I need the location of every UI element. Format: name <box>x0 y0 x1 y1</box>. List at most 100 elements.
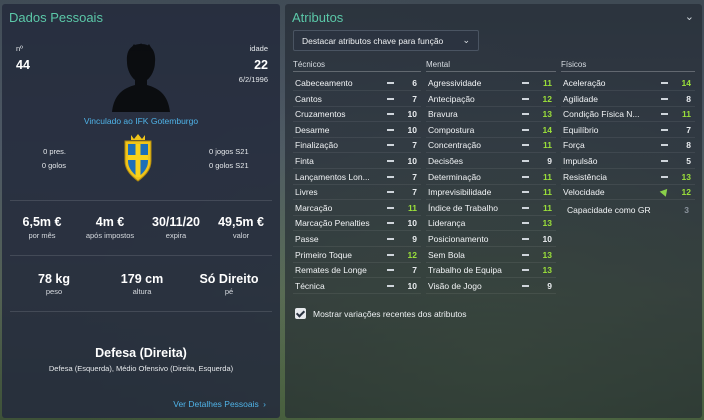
technical-header: Técnicos <box>293 60 326 69</box>
no-change-icon <box>522 206 529 209</box>
attribute-row[interactable]: Resistência 13 <box>561 170 695 185</box>
other-positions: Defesa (Esquerda), Médio Ofensivo (Direi… <box>48 364 234 373</box>
attribute-row[interactable]: Imprevisibilidade 11 <box>426 185 556 201</box>
no-change-icon <box>522 238 529 240</box>
attribute-row[interactable]: Posicionamento 10 <box>426 232 556 247</box>
panel-title: Dados Pessoais <box>9 10 103 25</box>
goalkeeper-rating-value: 3 <box>684 205 689 215</box>
attribute-name: Marcação <box>295 202 333 213</box>
attribute-row[interactable]: Cabeceamento 6 <box>293 76 421 91</box>
attribute-name: Equilíbrio <box>563 124 599 135</box>
divider <box>293 71 421 72</box>
attribute-row[interactable]: Passe 9 <box>293 232 421 247</box>
attribute-value: 9 <box>412 234 417 244</box>
weight-value: 78 kg <box>38 272 70 286</box>
no-change-icon <box>387 238 394 240</box>
attribute-row[interactable]: Bravura 13 <box>426 107 556 123</box>
personal-details-panel: Dados Pessoais nº 44 idade 22 6/2/1996 V… <box>2 4 280 418</box>
foot-value: Só Direito <box>199 272 259 286</box>
height-value: 179 cm <box>120 272 164 286</box>
height-label: altura <box>132 287 152 296</box>
attribute-row[interactable]: Equilíbrio 7 <box>561 123 695 138</box>
no-change-icon <box>661 82 668 84</box>
attribute-row[interactable]: Técnica 10 <box>293 279 421 294</box>
mental-header: Mental <box>426 60 451 69</box>
attribute-name: Posicionamento <box>428 234 489 244</box>
club-link[interactable]: Vinculado ao IFK Gotemburgo <box>2 116 280 126</box>
attribute-row[interactable]: Marcação Penalties 10 <box>293 216 421 232</box>
checkbox-checked-icon[interactable] <box>295 308 306 319</box>
no-change-icon <box>387 284 394 287</box>
attribute-row[interactable]: Desarme 10 <box>293 123 421 138</box>
attribute-value: 7 <box>686 124 691 135</box>
main-position: Defesa (Direita) <box>95 346 187 360</box>
no-change-icon <box>661 97 668 100</box>
attribute-row[interactable]: Impulsão 5 <box>561 154 695 169</box>
attribute-value: 13 <box>542 218 552 229</box>
attribute-row[interactable]: Liderança 13 <box>426 216 556 232</box>
attribute-row[interactable]: Marcação 11 <box>293 201 421 216</box>
attribute-row[interactable]: Condição Física N... 11 <box>561 107 695 123</box>
attribute-value: 11 <box>543 140 552 151</box>
attribute-name: Imprevisibilidade <box>428 187 492 198</box>
attribute-value: 5 <box>686 156 691 166</box>
attribute-row[interactable]: Aceleração 14 <box>561 76 695 91</box>
attribute-row[interactable]: Trabalho de Equipa 13 <box>426 263 556 279</box>
attribute-value: 13 <box>542 109 552 120</box>
attribute-name: Desarme <box>295 124 330 135</box>
national-team-crest-icon[interactable] <box>121 131 155 183</box>
chevron-down-icon[interactable]: ⌄ <box>685 10 694 23</box>
wage-value: 6,5m € <box>22 215 62 229</box>
highlight-attributes-dropdown[interactable]: Destacar atributos chave para função ⌄ <box>293 30 479 51</box>
attribute-row[interactable]: Finta 10 <box>293 154 421 169</box>
attribute-name: Concentração <box>428 140 481 151</box>
checkbox-label: Mostrar variações recentes dos atributos <box>313 309 467 319</box>
attribute-name: Agilidade <box>563 93 598 104</box>
attribute-row[interactable]: Agressividade 11 <box>426 76 556 91</box>
attribute-name: Primeiro Toque <box>295 249 353 260</box>
attribute-row[interactable]: Remates de Longe 7 <box>293 263 421 279</box>
attribute-value: 10 <box>407 124 417 135</box>
attribute-row[interactable]: Finalização 7 <box>293 138 421 154</box>
attribute-row[interactable]: Agilidade 8 <box>561 92 695 107</box>
attribute-row[interactable]: Visão de Jogo 9 <box>426 279 556 294</box>
divider <box>426 71 556 72</box>
attribute-value: 13 <box>542 265 552 276</box>
u21-apps: 0 jogos S21 <box>209 147 249 156</box>
panel-title: Atributos <box>292 10 344 25</box>
attribute-row[interactable]: Força 8 <box>561 138 695 154</box>
attribute-row[interactable]: Compostura 14 <box>426 123 556 138</box>
attribute-value: 6 <box>412 78 417 88</box>
apps-count: 0 pres. <box>43 147 66 156</box>
attribute-value: 7 <box>412 265 417 276</box>
attribute-row[interactable]: Decisões 9 <box>426 154 556 169</box>
weight-label: peso <box>45 287 63 296</box>
player-value: 49,5m € <box>218 215 264 229</box>
attribute-row[interactable]: Livres 7 <box>293 185 421 201</box>
attribute-row[interactable]: Índice de Trabalho 11 <box>426 201 556 216</box>
attribute-value: 10 <box>407 156 417 166</box>
attribute-row[interactable]: Concentração 11 <box>426 138 556 154</box>
attribute-row[interactable]: Antecipação 12 <box>426 92 556 107</box>
age-label: idade <box>249 44 268 53</box>
attribute-row[interactable]: Sem Bola 13 <box>426 248 556 263</box>
attribute-value: 10 <box>407 218 417 229</box>
no-change-icon <box>661 175 668 178</box>
attribute-row[interactable]: Primeiro Toque 12 <box>293 248 421 263</box>
attribute-row[interactable]: Lançamentos Lon... 7 <box>293 170 421 185</box>
no-change-icon <box>387 160 394 162</box>
attribute-row[interactable]: Velocidade 12 <box>561 185 695 201</box>
attribute-name: Remates de Longe <box>295 265 367 276</box>
no-change-icon <box>522 128 529 131</box>
attribute-row[interactable]: Cruzamentos 10 <box>293 107 421 123</box>
attribute-value: 11 <box>543 202 552 213</box>
no-change-icon <box>387 206 394 209</box>
attribute-row[interactable]: Cantos 7 <box>293 92 421 107</box>
attribute-name: Livres <box>295 187 318 198</box>
no-change-icon <box>387 97 394 100</box>
personal-details-link[interactable]: Ver Detalhes Pessoais › <box>173 399 266 409</box>
attribute-row[interactable]: Determinação 11 <box>426 170 556 185</box>
attribute-value: 9 <box>547 156 552 166</box>
no-change-icon <box>522 222 529 225</box>
attribute-name: Condição Física N... <box>563 109 640 120</box>
